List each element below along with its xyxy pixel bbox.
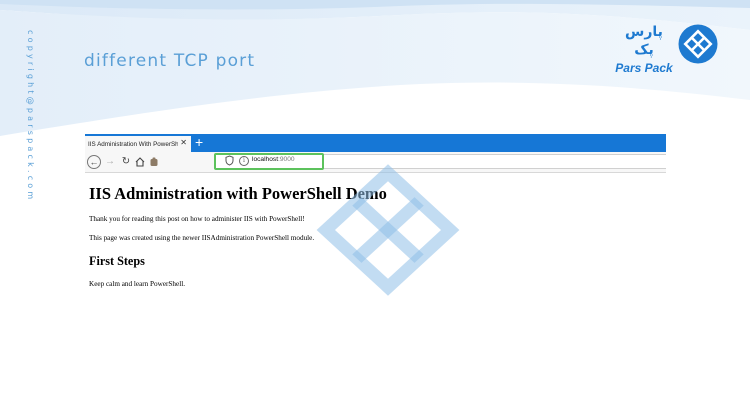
- url-host: localhost: [252, 156, 279, 163]
- tab-title: IIS Administration With PowerShell: [88, 140, 178, 148]
- copyright-text: copyright@parspack.com: [26, 30, 35, 203]
- page-paragraph-1: Thank you for reading this post on how t…: [89, 215, 305, 223]
- page-paragraph-2: This page was created using the newer II…: [89, 234, 315, 242]
- new-tab-button[interactable]: +: [195, 134, 203, 151]
- info-icon[interactable]: i: [239, 156, 249, 166]
- brand-wordmark: پارس پک Pars Pack: [614, 23, 674, 75]
- tab-strip: IIS Administration With PowerShell ✕ +: [85, 134, 666, 152]
- url-port: :9000: [278, 156, 295, 163]
- shield-icon[interactable]: [225, 155, 234, 166]
- brand-name-en: Pars Pack: [615, 61, 673, 75]
- extension-icon[interactable]: [149, 155, 159, 169]
- browser-window: IIS Administration With PowerShell ✕ + ←…: [85, 134, 666, 304]
- reload-icon[interactable]: ↻: [121, 155, 131, 169]
- url-text[interactable]: localhost:9000: [252, 156, 295, 163]
- arrow-right-icon[interactable]: →: [105, 155, 115, 169]
- close-icon[interactable]: ✕: [180, 138, 187, 147]
- slide-title: different TCP port: [84, 51, 256, 72]
- home-icon[interactable]: [135, 155, 145, 169]
- brand-name-fa: پارس پک: [625, 24, 663, 58]
- parspack-diamond-logo-icon: [678, 24, 718, 64]
- arrow-left-icon[interactable]: ←: [87, 155, 101, 169]
- page-heading: IIS Administration with PowerShell Demo: [89, 184, 387, 203]
- browser-tab[interactable]: IIS Administration With PowerShell ✕: [85, 134, 191, 152]
- page-paragraph-3: Keep calm and learn PowerShell.: [89, 280, 185, 288]
- page-subheading: First Steps: [89, 254, 145, 268]
- navigation-bar: ← → ↻ i localhost:9000: [85, 152, 666, 173]
- brand-logo: پارس پک Pars Pack: [614, 23, 732, 75]
